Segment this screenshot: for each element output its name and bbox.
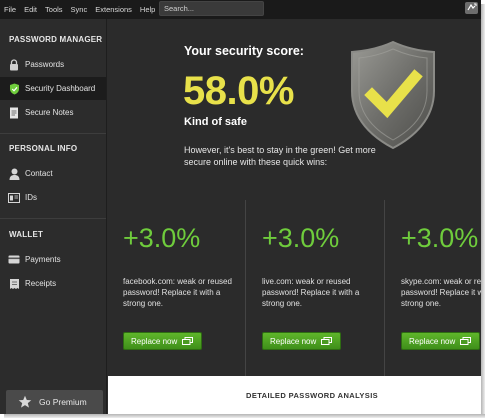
replace-now-label: Replace now bbox=[131, 336, 178, 346]
score-title: Your security score: bbox=[184, 44, 304, 58]
menu-edit[interactable]: Edit bbox=[24, 5, 37, 14]
quick-win-card: +3.0% skype.com: weak or reused password… bbox=[386, 200, 481, 376]
sidebar-item-secure-notes[interactable]: Secure Notes bbox=[0, 101, 106, 124]
score-rating: Kind of safe bbox=[184, 116, 247, 128]
app-window: File Edit Tools Sync Extensions Help Sea… bbox=[0, 0, 481, 414]
go-premium-label: Go Premium bbox=[39, 397, 87, 407]
sidebar-divider bbox=[0, 218, 106, 219]
replace-now-button[interactable]: Replace now bbox=[123, 332, 202, 350]
go-premium-button[interactable]: Go Premium bbox=[6, 390, 103, 414]
quick-win-message: live.com: weak or reused password! Repla… bbox=[262, 277, 360, 308]
sidebar-item-payments[interactable]: Payments bbox=[0, 248, 106, 271]
menu-sync[interactable]: Sync bbox=[71, 5, 88, 14]
quick-win-message: skype.com: weak or reused password! Repl… bbox=[401, 277, 481, 308]
sidebar-item-contact[interactable]: Contact bbox=[0, 162, 106, 185]
section-title-personal-info: PERSONAL INFO bbox=[9, 144, 78, 153]
sidebar-item-label: IDs bbox=[25, 193, 37, 202]
sidebar: PASSWORD MANAGER Passwords Security Dash… bbox=[0, 19, 107, 414]
star-icon bbox=[18, 395, 32, 409]
replace-now-button[interactable]: Replace now bbox=[262, 332, 341, 350]
credit-card-icon bbox=[8, 254, 20, 266]
window-shadow bbox=[4, 414, 485, 418]
security-dashboard: Your security score: 58.0% Kind of safe … bbox=[108, 19, 481, 414]
window-shadow bbox=[481, 4, 485, 416]
sidebar-item-security-dashboard[interactable]: Security Dashboard bbox=[0, 77, 106, 100]
sidebar-item-label: Receipts bbox=[25, 279, 57, 288]
section-title-password-manager: PASSWORD MANAGER bbox=[9, 35, 103, 44]
sidebar-item-ids[interactable]: IDs bbox=[0, 186, 106, 209]
sidebar-item-label: Passwords bbox=[25, 60, 65, 69]
sync-icon[interactable] bbox=[465, 2, 478, 14]
quick-wins: +3.0% facebook.com: weak or reused passw… bbox=[108, 200, 481, 376]
section-title-wallet: WALLET bbox=[9, 230, 44, 239]
sidebar-item-label: Security Dashboard bbox=[25, 84, 96, 93]
receipt-icon bbox=[8, 278, 20, 290]
menu-tools[interactable]: Tools bbox=[45, 5, 63, 14]
menu-help[interactable]: Help bbox=[140, 5, 155, 14]
quick-win-gain: +3.0% bbox=[123, 223, 201, 253]
window-icon bbox=[460, 337, 472, 345]
sidebar-item-label: Payments bbox=[25, 255, 61, 264]
menu-extensions[interactable]: Extensions bbox=[95, 5, 132, 14]
sidebar-item-label: Secure Notes bbox=[25, 108, 74, 117]
sidebar-item-passwords[interactable]: Passwords bbox=[0, 53, 106, 76]
sidebar-item-receipts[interactable]: Receipts bbox=[0, 272, 106, 295]
search-input[interactable]: Search... bbox=[159, 1, 264, 16]
sidebar-item-label: Contact bbox=[25, 169, 53, 178]
quick-win-card: +3.0% live.com: weak or reused password!… bbox=[247, 200, 385, 376]
window-icon bbox=[182, 337, 194, 345]
quick-win-gain: +3.0% bbox=[401, 223, 479, 253]
lock-icon bbox=[8, 58, 20, 71]
quick-win-message: facebook.com: weak or reused password! R… bbox=[123, 277, 232, 308]
menu-file[interactable]: File bbox=[4, 5, 16, 14]
note-icon bbox=[8, 107, 20, 119]
id-card-icon bbox=[8, 192, 20, 204]
score-value: 58.0% bbox=[183, 69, 294, 113]
window-icon bbox=[321, 337, 333, 345]
sidebar-divider bbox=[0, 133, 106, 134]
replace-now-button[interactable]: Replace now bbox=[401, 332, 480, 350]
password-analysis-label: DETAILED PASSWORD ANALYSIS bbox=[246, 391, 379, 400]
quick-win-gain: +3.0% bbox=[262, 223, 340, 253]
replace-now-label: Replace now bbox=[409, 336, 456, 346]
security-shield-icon bbox=[348, 39, 438, 151]
shield-icon bbox=[8, 83, 20, 95]
person-icon bbox=[8, 168, 20, 180]
password-analysis-panel[interactable]: DETAILED PASSWORD ANALYSIS bbox=[108, 376, 481, 414]
quick-win-card: +3.0% facebook.com: weak or reused passw… bbox=[108, 200, 246, 376]
replace-now-label: Replace now bbox=[270, 336, 317, 346]
